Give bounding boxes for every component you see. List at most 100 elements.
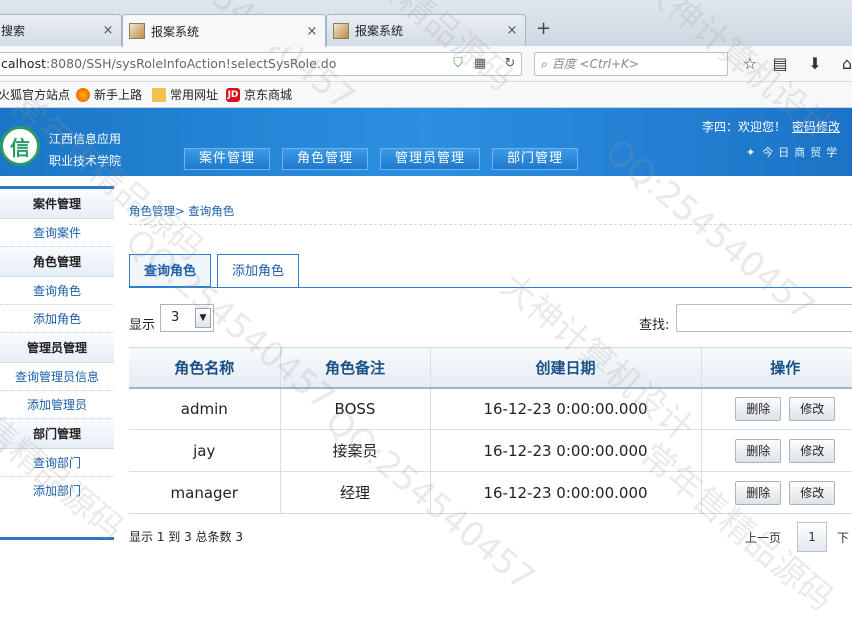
bookmark-label: 新手上路 [94, 88, 143, 102]
bookmark-getting-started[interactable]: 新手上路 [76, 86, 142, 103]
delete-button[interactable]: 删除 [735, 480, 782, 505]
home-icon[interactable]: ⌂ [838, 55, 852, 73]
breadcrumb-divider [129, 224, 852, 225]
column-header-role-note[interactable]: 角色备注 [280, 347, 431, 389]
sidebar-item-add-role[interactable]: 添加角色 [0, 305, 114, 333]
url-host: calhost [1, 56, 46, 71]
school-name: 江西信息应用 职业技术学院 [49, 128, 121, 172]
cell-created-date: 16-12-23 0:00:00.000 [430, 387, 702, 430]
sidebar-item-add-admin[interactable]: 添加管理员 [0, 391, 114, 419]
cell-role-name: jay [129, 429, 281, 472]
welcome-area: 李四：欢迎您！ 密码修改 [702, 118, 840, 135]
sidebar-group-role: 角色管理 [0, 247, 114, 277]
bookmark-firefox-site[interactable]: 火狐官方站点 [0, 86, 70, 103]
page-size-label: 显示 [129, 318, 156, 333]
tab-add-role[interactable]: 添加角色 [217, 254, 300, 288]
bookmark-star-icon[interactable]: ☆ [741, 55, 759, 73]
search-label: 查找: [639, 318, 670, 333]
browser-tab-bar: 搜索 × 报案系统 × 报案系统 × + [0, 0, 852, 47]
column-header-actions: 操作 [701, 347, 852, 389]
favicon-icon [129, 23, 145, 39]
firefox-icon [76, 87, 90, 102]
shield-icon[interactable]: ⛉ [450, 56, 466, 72]
reading-list-icon[interactable]: ▤ [771, 55, 789, 73]
sidebar-group-department: 部门管理 [0, 419, 114, 449]
school-name-line2: 职业技术学院 [49, 154, 122, 168]
navigation-toolbar: calhost:8080/SSH/sysRoleInfoAction!selec… [0, 46, 852, 82]
edit-button[interactable]: 修改 [789, 438, 836, 463]
column-header-created[interactable]: 创建日期 [430, 347, 702, 389]
nav-case-management[interactable]: 案件管理 [184, 148, 271, 170]
table-row: admin BOSS 16-12-23 0:00:00.000 删除 修改 [129, 387, 852, 430]
close-icon[interactable]: × [505, 23, 519, 38]
cell-role-name: manager [129, 471, 281, 514]
tab-query-role[interactable]: 查询角色 [129, 254, 212, 288]
tab-label: 报案系统 [355, 24, 404, 38]
new-tab-button[interactable]: + [536, 18, 551, 39]
nav-admin-management[interactable]: 管理员管理 [380, 148, 481, 170]
chevron-down-icon[interactable]: ▼ [195, 308, 211, 328]
bookmark-label: 常用网址 [170, 88, 219, 102]
sidebar-item-query-department[interactable]: 查询部门 [0, 449, 114, 477]
sidebar-group-case: 案件管理 [0, 189, 114, 219]
close-icon[interactable]: × [305, 24, 319, 39]
browser-tab-report-system-active[interactable]: 报案系统 × [122, 14, 326, 47]
page-size-select[interactable]: 3 ▼ [160, 304, 214, 332]
tab-label: 报案系统 [151, 24, 200, 39]
folder-icon [152, 87, 166, 102]
delete-button[interactable]: 删除 [735, 438, 782, 463]
favicon-icon [333, 22, 349, 39]
browser-tab-search[interactable]: 搜索 × [0, 14, 122, 46]
top-nav: 案件管理 角色管理 管理员管理 部门管理 [184, 148, 590, 170]
url-path: :8080/SSH/sysRoleInfoAction!selectSysRol… [46, 56, 337, 71]
pagination: 上一页 1 下 [745, 522, 849, 552]
bookmark-jd-mall[interactable]: JD 京东商城 [226, 86, 292, 103]
qr-code-icon[interactable]: ▦ [472, 56, 488, 72]
change-password-link[interactable]: 密码修改 [792, 120, 840, 134]
close-icon[interactable]: × [101, 23, 115, 38]
welcome-text: 李四：欢迎您！ [702, 120, 787, 134]
table-row: jay 接案员 16-12-23 0:00:00.000 删除 修改 [129, 429, 852, 472]
cell-actions: 删除 修改 [701, 429, 852, 472]
tab-label: 搜索 [1, 24, 26, 38]
sidebar-item-query-admin[interactable]: 查询管理员信息 [0, 363, 114, 391]
column-header-role-name[interactable]: 角色名称 [129, 347, 281, 389]
download-icon[interactable]: ⬇ [806, 55, 824, 73]
prev-page-link[interactable]: 上一页 [745, 529, 781, 546]
search-input[interactable] [676, 304, 852, 332]
sidebar-item-query-role[interactable]: 查询角色 [0, 277, 114, 305]
school-logo-icon: 信 [0, 126, 40, 166]
edit-button[interactable]: 修改 [789, 396, 836, 421]
next-page-link[interactable]: 下 [837, 529, 849, 546]
reload-icon[interactable]: ↻ [502, 56, 518, 72]
sidebar-item-query-case[interactable]: 查询案件 [0, 219, 114, 247]
content-tabs: 查询角色 添加角色 [129, 254, 305, 288]
cell-created-date: 16-12-23 0:00:00.000 [430, 429, 702, 472]
record-summary: 显示 1 到 3 总条数 3 [129, 530, 243, 544]
jd-icon: JD [226, 87, 240, 102]
sidebar-item-add-department[interactable]: 添加部门 [0, 477, 114, 505]
cell-role-note: BOSS [280, 387, 431, 430]
bookmarks-bar: 火狐官方站点 新手上路 常用网址 JD 京东商城 [0, 82, 852, 108]
table-row: manager 经理 16-12-23 0:00:00.000 删除 修改 [129, 471, 852, 514]
search-input[interactable]: ⌕ 百度 <Ctrl+K> [534, 52, 728, 76]
search-placeholder: 百度 <Ctrl+K> [551, 57, 639, 71]
roles-table: 角色名称 角色备注 创建日期 操作 admin BOSS 16-12-23 0:… [129, 347, 852, 514]
cell-role-note: 经理 [280, 471, 431, 514]
nav-department-management[interactable]: 部门管理 [492, 148, 579, 170]
bookmark-common-sites[interactable]: 常用网址 [152, 86, 218, 103]
table-header-row: 角色名称 角色备注 创建日期 操作 [129, 347, 852, 389]
edit-button[interactable]: 修改 [789, 480, 836, 505]
cell-actions: 删除 修改 [701, 387, 852, 430]
breadcrumb: 角色管理> 查询角色 [129, 204, 235, 218]
page-size-value: 3 [171, 310, 180, 325]
browser-tab-report-system[interactable]: 报案系统 × [326, 14, 526, 46]
tabs-divider [129, 287, 852, 288]
nav-role-management[interactable]: 角色管理 [282, 148, 369, 170]
sparkle-icon: ✦ [746, 146, 761, 159]
page-number-button[interactable]: 1 [797, 522, 828, 552]
cell-role-note: 接案员 [280, 429, 431, 472]
delete-button[interactable]: 删除 [735, 396, 782, 421]
slogan: ✦ 今日商贸学 [746, 144, 842, 160]
address-bar[interactable]: calhost:8080/SSH/sysRoleInfoAction!selec… [0, 52, 522, 76]
